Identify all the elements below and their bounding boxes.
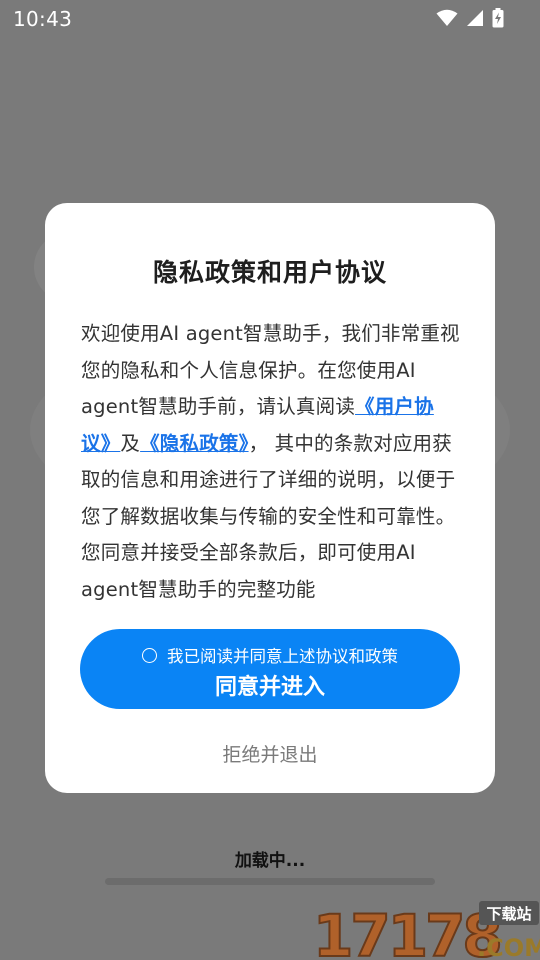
body-outro: ， 其中的条款对应用获取的信息和用途进行了详细的说明，以便于您了解数据收集与传输… <box>81 431 456 601</box>
svg-text:下载站: 下载站 <box>486 905 531 923</box>
agree-checkbox-label: 我已阅读并同意上述协议和政策 <box>167 647 398 666</box>
privacy-dialog: 隐私政策和用户协议 欢迎使用AI agent智慧助手，我们非常重视您的隐私和个人… <box>45 203 495 793</box>
status-icons <box>436 8 504 28</box>
loading-progress-bar <box>105 878 435 885</box>
dialog-body: 欢迎使用AI agent智慧助手，我们非常重视您的隐私和个人信息保护。在您使用A… <box>81 316 461 608</box>
svg-text:17178: 17178 <box>313 902 500 960</box>
loading-text: 加载中... <box>234 851 306 871</box>
signal-icon <box>467 10 483 26</box>
svg-text:.COM: .COM <box>477 934 540 960</box>
agree-radio-icon[interactable] <box>142 647 157 663</box>
site-watermark-logo: 17178 下载站 .COM <box>313 901 540 960</box>
reject-and-exit-button[interactable]: 拒绝并退出 <box>45 740 495 767</box>
dialog-title: 隐私政策和用户协议 <box>152 258 387 287</box>
wifi-icon <box>436 9 458 26</box>
privacy-policy-link[interactable]: 《隐私政策》 <box>140 432 248 455</box>
battery-charging-icon <box>492 8 504 28</box>
status-bar: 10:43 <box>0 0 540 36</box>
body-conjunction: 及 <box>120 431 141 455</box>
agree-and-enter-button[interactable]: 我已阅读并同意上述协议和政策 同意并进入 <box>80 629 460 709</box>
agree-button-label: 同意并进入 <box>214 675 325 700</box>
agree-checkbox-row[interactable]: 我已阅读并同意上述协议和政策 <box>80 643 460 667</box>
status-time: 10:43 <box>13 7 73 31</box>
